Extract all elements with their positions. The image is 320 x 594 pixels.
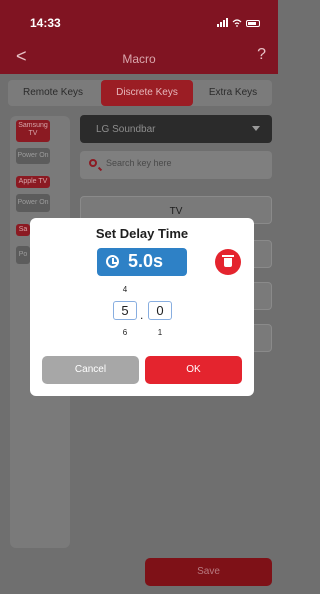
nav-bar: < Macro ?	[0, 40, 278, 74]
device-label-samsung-tv[interactable]: Samsung TV	[16, 120, 50, 142]
battery-icon	[246, 20, 260, 27]
save-button[interactable]: Save	[145, 558, 272, 586]
ok-button[interactable]: OK	[145, 356, 242, 384]
search-icon	[89, 159, 97, 167]
tab-extra-keys[interactable]: Extra Keys	[198, 80, 268, 106]
device-power-samsung-tv[interactable]: Power On	[16, 148, 50, 164]
picker-separator: .	[140, 308, 144, 322]
picker-integer-below[interactable]: 6	[119, 328, 131, 337]
cancel-button[interactable]: Cancel	[42, 356, 139, 384]
picker-decimal-below[interactable]: 1	[154, 328, 166, 337]
delay-display: 5.0s	[97, 248, 187, 276]
wifi-icon	[232, 19, 242, 27]
device-label-apple-tv[interactable]: Apple TV	[16, 176, 50, 188]
picker-decimal-value[interactable]: 0	[148, 301, 172, 320]
delete-button[interactable]	[215, 249, 241, 275]
status-bar: 14:33	[0, 0, 278, 40]
set-delay-dialog: Set Delay Time 5.0s 4 5 . 0 6 1 Cancel O…	[30, 218, 254, 396]
chevron-down-icon	[252, 126, 260, 131]
trash-icon	[222, 255, 234, 267]
device-select-value: LG Soundbar	[96, 124, 156, 135]
search-bar[interactable]	[80, 151, 272, 179]
picker-integer-above[interactable]: 4	[119, 285, 131, 294]
dialog-title: Set Delay Time	[95, 226, 189, 241]
device-select[interactable]: LG Soundbar	[80, 115, 272, 143]
help-icon[interactable]: ?	[257, 46, 266, 64]
search-input[interactable]	[106, 158, 256, 168]
key-item-label: TV	[169, 206, 183, 217]
tab-strip: Remote Keys Discrete Keys Extra Keys	[8, 80, 272, 106]
timer-icon	[106, 255, 119, 268]
tab-discrete-keys[interactable]: Discrete Keys	[101, 80, 193, 106]
status-icons	[217, 18, 260, 27]
device-power-3[interactable]: Po	[16, 246, 30, 264]
device-label-3[interactable]: Sa	[16, 224, 30, 236]
signal-icon	[217, 18, 228, 27]
delay-value: 5.0s	[128, 251, 164, 271]
device-power-apple-tv[interactable]: Power On	[16, 194, 50, 212]
tab-remote-keys[interactable]: Remote Keys	[18, 80, 88, 106]
page-title: Macro	[122, 52, 156, 66]
picker-integer-value[interactable]: 5	[113, 301, 137, 320]
status-time: 14:33	[30, 16, 61, 30]
